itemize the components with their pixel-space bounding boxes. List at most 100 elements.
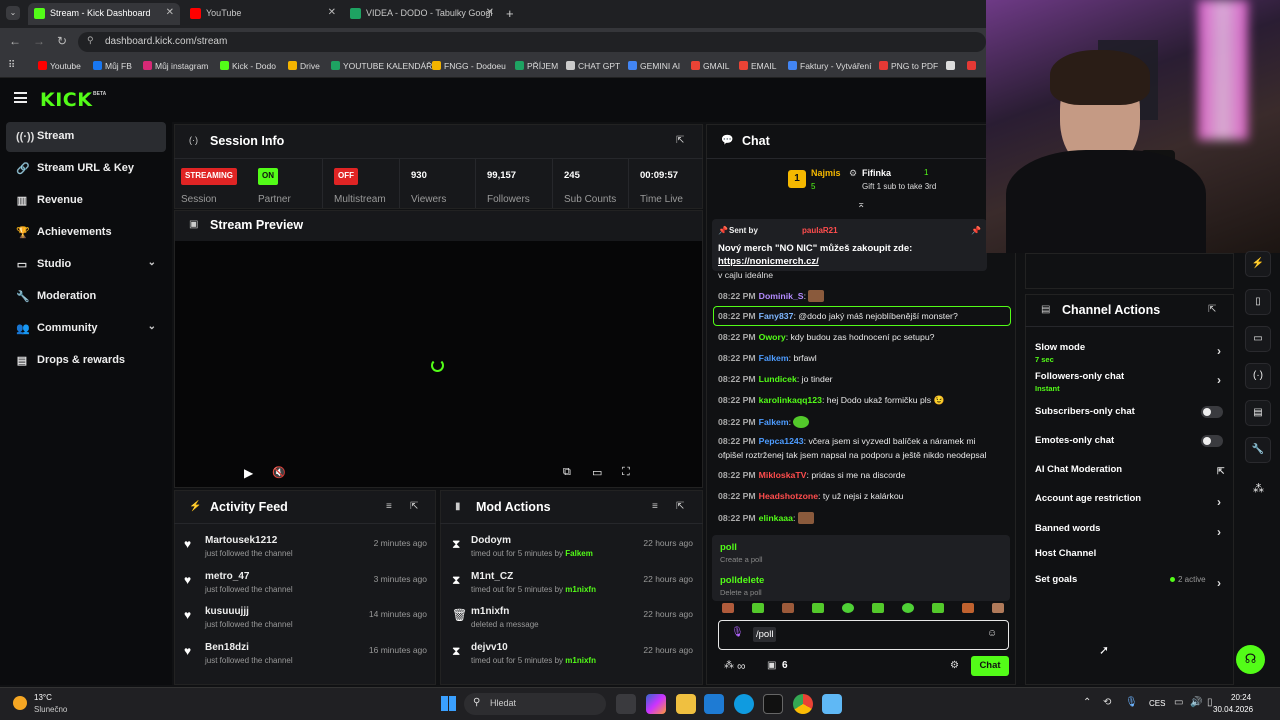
edge-icon[interactable] (734, 694, 754, 714)
chat-username[interactable]: Falkem (759, 417, 789, 427)
users-icon[interactable]: ⁂ (724, 660, 734, 671)
chat-username[interactable]: Owory (759, 332, 786, 342)
subscribers-only-toggle[interactable] (1201, 406, 1223, 418)
gift-icon[interactable]: ▣ (767, 660, 776, 671)
activity-item[interactable]: Martousek1212 just followed the channel 2 … (205, 535, 427, 558)
chat-message[interactable]: 08:22 PM elinkaaa: (718, 512, 814, 524)
tab-sheets[interactable]: VIDEA - DODO - Tabulky Googl ✕ (344, 3, 500, 25)
close-tab-icon[interactable]: ✕ (328, 7, 336, 18)
bookmark-item[interactable]: Youtube (38, 61, 81, 71)
pin-icon[interactable]: 📌 (971, 226, 981, 235)
host-channel-row[interactable]: Host Channel (1035, 548, 1096, 559)
forward-icon[interactable]: → (33, 34, 45, 48)
sidebar-item-stream-url-key[interactable]: 🔗 Stream URL & Key (6, 154, 166, 184)
ai-moderation-row[interactable]: AI Chat Moderation ⇱ (1035, 464, 1225, 476)
chat-username[interactable]: karolinkaqq123 (759, 395, 822, 405)
mod-action-item[interactable]: M1nt_CZ timed out for 5 minutes by m1nixf… (471, 571, 693, 594)
copilot-icon[interactable] (646, 694, 666, 714)
clock-date[interactable]: 30.04.2026 (1213, 705, 1253, 714)
mail-icon[interactable] (704, 694, 724, 714)
emote-icon[interactable] (782, 603, 794, 613)
emote-icon[interactable] (932, 603, 944, 613)
chat-username[interactable]: Lundicek (759, 374, 797, 384)
reload-icon[interactable]: ↻ (57, 34, 67, 48)
apps-grid-icon[interactable]: ⠿ (8, 60, 15, 71)
chat-input-value[interactable]: /poll (753, 627, 777, 642)
followers-only-row[interactable]: Followers-only chat Instant › (1035, 371, 1221, 393)
expand-icon[interactable]: ⇱ (410, 501, 418, 512)
bookmark-item[interactable]: Můj FB (93, 61, 132, 71)
task-view-icon[interactable] (616, 694, 636, 714)
broadcast-icon[interactable]: (·) (1245, 363, 1271, 389)
bolt-icon[interactable]: ⚡ (1245, 251, 1271, 277)
mod-by-user[interactable]: Falkem (565, 549, 593, 558)
chat-message[interactable]: 08:22 PM Fany837: @dodo jaký máš nejoblíb… (718, 311, 958, 321)
network-icon[interactable]: ▭ (1174, 697, 1183, 708)
mic-icon[interactable]: 🎙 (1125, 697, 1138, 708)
emote-icon[interactable] (722, 603, 734, 613)
mic-icon[interactable]: 🎙 (731, 627, 744, 638)
bookmark-item[interactable]: PŘÍJEM (515, 61, 558, 71)
expand-icon[interactable]: ⇱ (1208, 304, 1216, 315)
sidebar-item-moderation[interactable]: 🔧 Moderation (6, 282, 166, 312)
mod-action-item[interactable]: Dodoym timed out for 5 minutes by Falkem 2… (471, 535, 693, 558)
capcut-icon[interactable] (763, 694, 783, 714)
banned-words-row[interactable]: Banned words › (1035, 523, 1221, 539)
back-icon[interactable]: ← (9, 34, 21, 48)
sidebar-item-studio[interactable]: ▭ Studio ⌄ (6, 250, 166, 280)
users-icon[interactable]: ⁂ (1253, 482, 1264, 495)
sidebar-item-revenue[interactable]: ▥ Revenue (6, 186, 166, 216)
chat-username[interactable]: MikloskaTV (759, 470, 807, 480)
chat-message[interactable]: 08:22 PM Falkem: (718, 416, 810, 428)
gear-icon[interactable]: ⚙ (950, 660, 959, 671)
chat-message[interactable]: 08:22 PM Falkem: brfawl (718, 353, 817, 363)
expand-icon[interactable]: ⇱ (676, 501, 684, 512)
language-label[interactable]: CES (1149, 699, 1165, 708)
bookmark-item[interactable]: Kick - Dodo (220, 61, 276, 71)
chat-message[interactable]: ofpišel roztrženej tak jsem napsal na po… (718, 450, 987, 460)
support-button[interactable]: ☊ (1236, 645, 1265, 674)
mute-icon[interactable]: 🔇 (272, 466, 286, 479)
pinned-link[interactable]: https://nonicmerch.cz/ (718, 256, 819, 267)
sidebar-item-community[interactable]: 👥 Community ⌄ (6, 314, 166, 344)
volume-icon[interactable]: 🔊 (1190, 697, 1202, 708)
expand-icon[interactable]: ⇱ (676, 135, 684, 146)
chat-username[interactable]: Dominik_S (759, 291, 804, 301)
start-icon[interactable] (441, 696, 456, 711)
chat-username[interactable]: Pepca1243 (759, 436, 804, 446)
notepad-icon[interactable] (822, 694, 842, 714)
chat-message[interactable]: 08:22 PM Lundicek: jo tinder (718, 374, 833, 384)
bookmark-item[interactable]: GEMINI AI (628, 61, 680, 71)
bookmark-item[interactable]: Drive (288, 61, 320, 71)
emotes-only-toggle[interactable] (1201, 435, 1223, 447)
emote-icon[interactable] (812, 603, 824, 613)
battery-icon[interactable]: ▯ (1207, 697, 1213, 708)
bookmark-item[interactable]: Faktury - Vytváření (788, 61, 871, 71)
chat-message[interactable]: 08:22 PM karolinkaqq123: hej Dodo ukaž fo… (718, 395, 944, 406)
tab-list-button[interactable]: ⌄ (6, 6, 20, 20)
emoji-icon[interactable]: ☺ (987, 628, 997, 639)
bookmark-item[interactable]: FNGG - Dodoeu (432, 61, 506, 71)
filter-icon[interactable]: ≡ (652, 501, 658, 512)
emote-icon[interactable] (902, 603, 914, 613)
tab-kick[interactable]: Stream - Kick Dashboard ✕ (28, 3, 180, 25)
chat-username[interactable]: elinkaaa (759, 513, 793, 523)
bookmark-item[interactable]: EMAIL (739, 61, 777, 71)
filter-icon[interactable]: ≡ (386, 501, 392, 512)
taskbar-search[interactable]: ⚲ Hledat (464, 693, 606, 715)
play-icon[interactable]: ▶ (244, 466, 253, 480)
url-field[interactable]: ⚲ dashboard.kick.com/stream (78, 32, 986, 52)
bookmark-item[interactable] (946, 61, 958, 71)
emote-icon[interactable] (872, 603, 884, 613)
command-name[interactable]: polldelete (720, 575, 764, 586)
menu-icon[interactable] (14, 92, 27, 103)
tab-youtube[interactable]: YouTube ✕ (184, 3, 342, 25)
chevron-up-icon[interactable]: ⌃ (1083, 697, 1091, 708)
emote-icon[interactable] (962, 603, 974, 613)
leader-name[interactable]: Najmis (811, 168, 841, 178)
bookmark-item[interactable] (967, 61, 979, 71)
leader-name[interactable]: Fifinka (862, 168, 891, 178)
wrench-icon[interactable]: 🔧 (1245, 437, 1271, 463)
document-icon[interactable]: ▯ (1245, 289, 1271, 315)
mod-action-item[interactable]: dejvv10 timed out for 5 minutes by m1nixf… (471, 642, 693, 665)
